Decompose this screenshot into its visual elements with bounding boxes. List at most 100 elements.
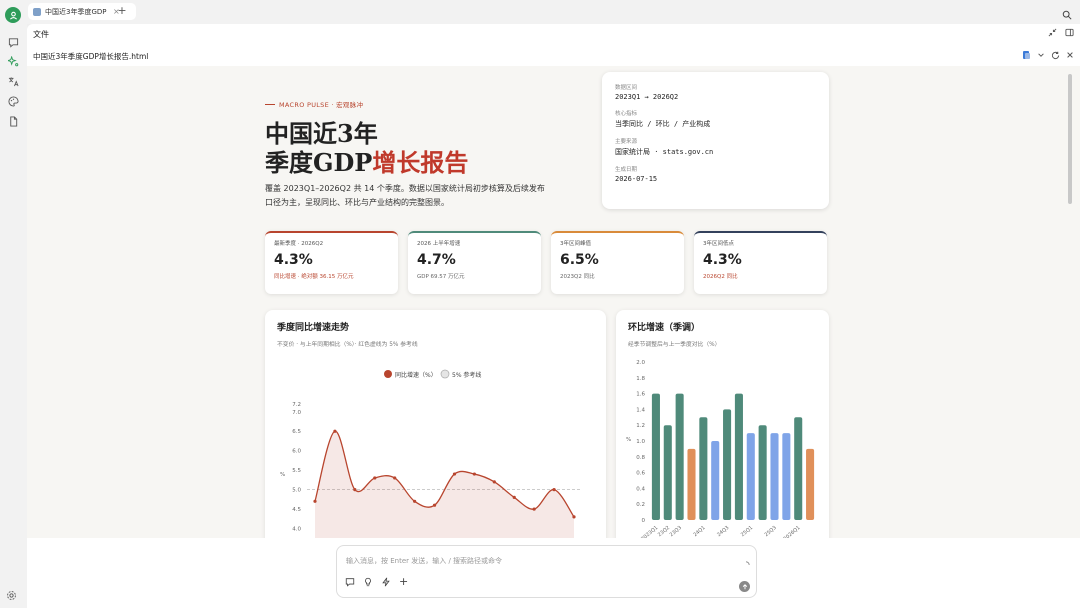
legend-label: 5% 参考线	[452, 371, 481, 379]
document-icon[interactable]	[6, 114, 21, 129]
legend-label: 同比增速（%）	[395, 371, 437, 379]
meta-indicators: 核心指标 当季同比 / 环比 / 产业构成	[615, 109, 816, 129]
y-tick-label: 0.4	[636, 486, 645, 492]
bar	[770, 433, 779, 520]
title-line-1: 中国近3年	[265, 119, 378, 148]
chart-title: 环比增速（季调）	[628, 323, 701, 333]
scrollbar[interactable]	[1068, 74, 1072, 204]
bar	[663, 425, 672, 520]
html-file-icon	[33, 7, 41, 16]
qoq-bar-chart: 2.01.81.61.41.21.00.80.60.40.20%2023Q123…	[626, 360, 815, 538]
loading-icon	[742, 554, 750, 573]
kpi-sub: 2026Q2 同比	[703, 274, 738, 280]
send-button[interactable]	[739, 581, 750, 592]
lightning-icon[interactable]	[381, 572, 391, 591]
kpi-sub: GDP 69.57 万亿元	[417, 274, 465, 280]
data-point	[413, 499, 417, 503]
meta-key: 核心指标	[615, 111, 638, 117]
y-tick-label: 1.4	[636, 407, 645, 413]
meta-key: 数据区间	[615, 85, 638, 91]
report-view[interactable]: MACRO PULSE · 宏观脉冲 中国近3年 季度GDP增长报告 覆盖 20…	[27, 66, 1080, 538]
composer-area: 输入消息，按 Enter 发送，输入 / 搜索路径或命令 +	[27, 538, 1080, 608]
legend-swatch-reference	[440, 369, 450, 379]
bar	[782, 433, 791, 520]
kpi-value: 4.7%	[417, 252, 456, 268]
chart-subtitle: 经季节调整后与上一季度对比（%）	[628, 342, 721, 348]
translate-icon[interactable]	[6, 74, 21, 89]
x-tick-label: 2023Q1	[640, 525, 659, 538]
meta-key: 生成日期	[615, 167, 638, 173]
kpi-peak: 3年区间峰值 6.5% 2023Q2 同比	[551, 231, 684, 294]
chart-legend: 同比增速（%） 5% 参考线	[384, 369, 481, 379]
data-point	[452, 472, 457, 476]
collapse-icon[interactable]	[1048, 28, 1057, 39]
y-tick-label: 7.2	[292, 402, 301, 408]
new-tab-button[interactable]: +	[116, 4, 128, 17]
browser-icon[interactable]	[1022, 50, 1031, 62]
y-tick-label: 7.0	[292, 410, 301, 416]
y-tick-label: 4.0	[292, 527, 301, 533]
chart-subtitle: 不变价 · 与上年同期相比（%）· 红色虚线为 5% 参考线	[277, 342, 418, 348]
tab-bar: 中国近3年季度GDP × +	[27, 0, 1080, 24]
split-panel-icon[interactable]	[1065, 28, 1074, 39]
file-path-bar: 中国近3年季度GDP增长报告.html	[27, 47, 1080, 65]
data-point	[393, 476, 397, 480]
meta-key: 主要来源	[615, 139, 638, 145]
x-tick-label: 25Q3	[764, 525, 778, 538]
bar	[651, 393, 660, 520]
data-point	[512, 495, 516, 500]
x-tick-label: 24Q3	[716, 525, 730, 538]
series-area	[315, 431, 574, 538]
left-rail	[0, 0, 27, 608]
meta-source: 主要来源国家统计局 · stats.gov.cn	[615, 137, 816, 157]
refresh-icon[interactable]	[1051, 51, 1060, 62]
data-point	[472, 472, 476, 476]
bar	[687, 448, 696, 520]
settings-gear-icon[interactable]	[6, 586, 17, 605]
kpi-label: 3年区间低点	[703, 241, 734, 247]
kpi-value: 6.5%	[560, 252, 599, 268]
idea-icon[interactable]	[363, 572, 373, 591]
kpi-value: 4.3%	[274, 252, 313, 268]
bar	[746, 433, 755, 520]
title-line-2: 季度GDP增长报告	[265, 148, 468, 177]
bar	[711, 441, 720, 520]
chat-mode-icon[interactable]	[345, 572, 355, 591]
search-icon[interactable]	[1062, 5, 1072, 24]
page-title: 中国近3年 季度GDP增长报告	[265, 119, 468, 177]
palette-icon[interactable]	[6, 94, 21, 109]
kpi-label: 2026 上半年增速	[417, 241, 461, 247]
x-tick-label: 25Q1	[740, 525, 754, 538]
kicker-text: MACRO PULSE · 宏观脉冲	[279, 101, 364, 109]
data-point	[552, 488, 556, 492]
legend-swatch-series	[384, 370, 392, 378]
avatar[interactable]	[5, 7, 21, 23]
meta-value: 国家统计局 · stats.gov.cn	[615, 148, 714, 156]
main-panel: 文件 中国近3年季度GDP增长报告.html MACRO PULSE · 宏观脉…	[27, 24, 1080, 608]
y-tick-label: 0	[642, 518, 646, 524]
sparkle-icon[interactable]	[6, 54, 21, 69]
kpi-h1-growth: 2026 上半年增速 4.7% GDP 69.57 万亿元	[408, 231, 541, 294]
kpi-value: 4.3%	[703, 252, 742, 268]
kpi-sub: 2023Q2 同比	[560, 274, 595, 280]
bar	[758, 425, 767, 520]
close-icon[interactable]	[1066, 51, 1074, 61]
kpi-sub: 同比增速 · 绝对额 36.15 万亿元	[274, 274, 354, 280]
chat-icon[interactable]	[6, 35, 21, 50]
data-point	[353, 488, 357, 492]
file-path: 中国近3年季度GDP增长报告.html	[33, 51, 149, 61]
lede-paragraph: 覆盖 2023Q1–2026Q2 共 14 个季度。数据以国家统计局初步核算及后…	[265, 184, 545, 207]
qoq-chart-card: 环比增速（季调） 经季节调整后与上一季度对比（%） 2.0 1.8 1.6 1.4 1.…	[616, 310, 829, 538]
kpi-label: 3年区间峰值	[560, 241, 591, 247]
y-axis-label: %	[626, 437, 631, 443]
message-input[interactable]: 输入消息，按 Enter 发送，输入 / 搜索路径或命令 +	[336, 545, 757, 598]
x-tick-label: 23Q3	[669, 525, 683, 538]
data-point	[492, 480, 496, 484]
y-tick-label: 1.6	[636, 392, 645, 398]
chart-title: 季度同比增速走势	[277, 323, 350, 333]
data-point	[373, 476, 377, 480]
chevron-down-icon[interactable]	[1037, 51, 1045, 61]
kpi-latest-quarter: 最新季度 · 2026Q2 4.3% 同比增速 · 绝对额 36.15 万亿元	[265, 231, 398, 294]
y-tick-label: 0.8	[636, 455, 645, 461]
add-icon[interactable]: +	[399, 575, 408, 588]
